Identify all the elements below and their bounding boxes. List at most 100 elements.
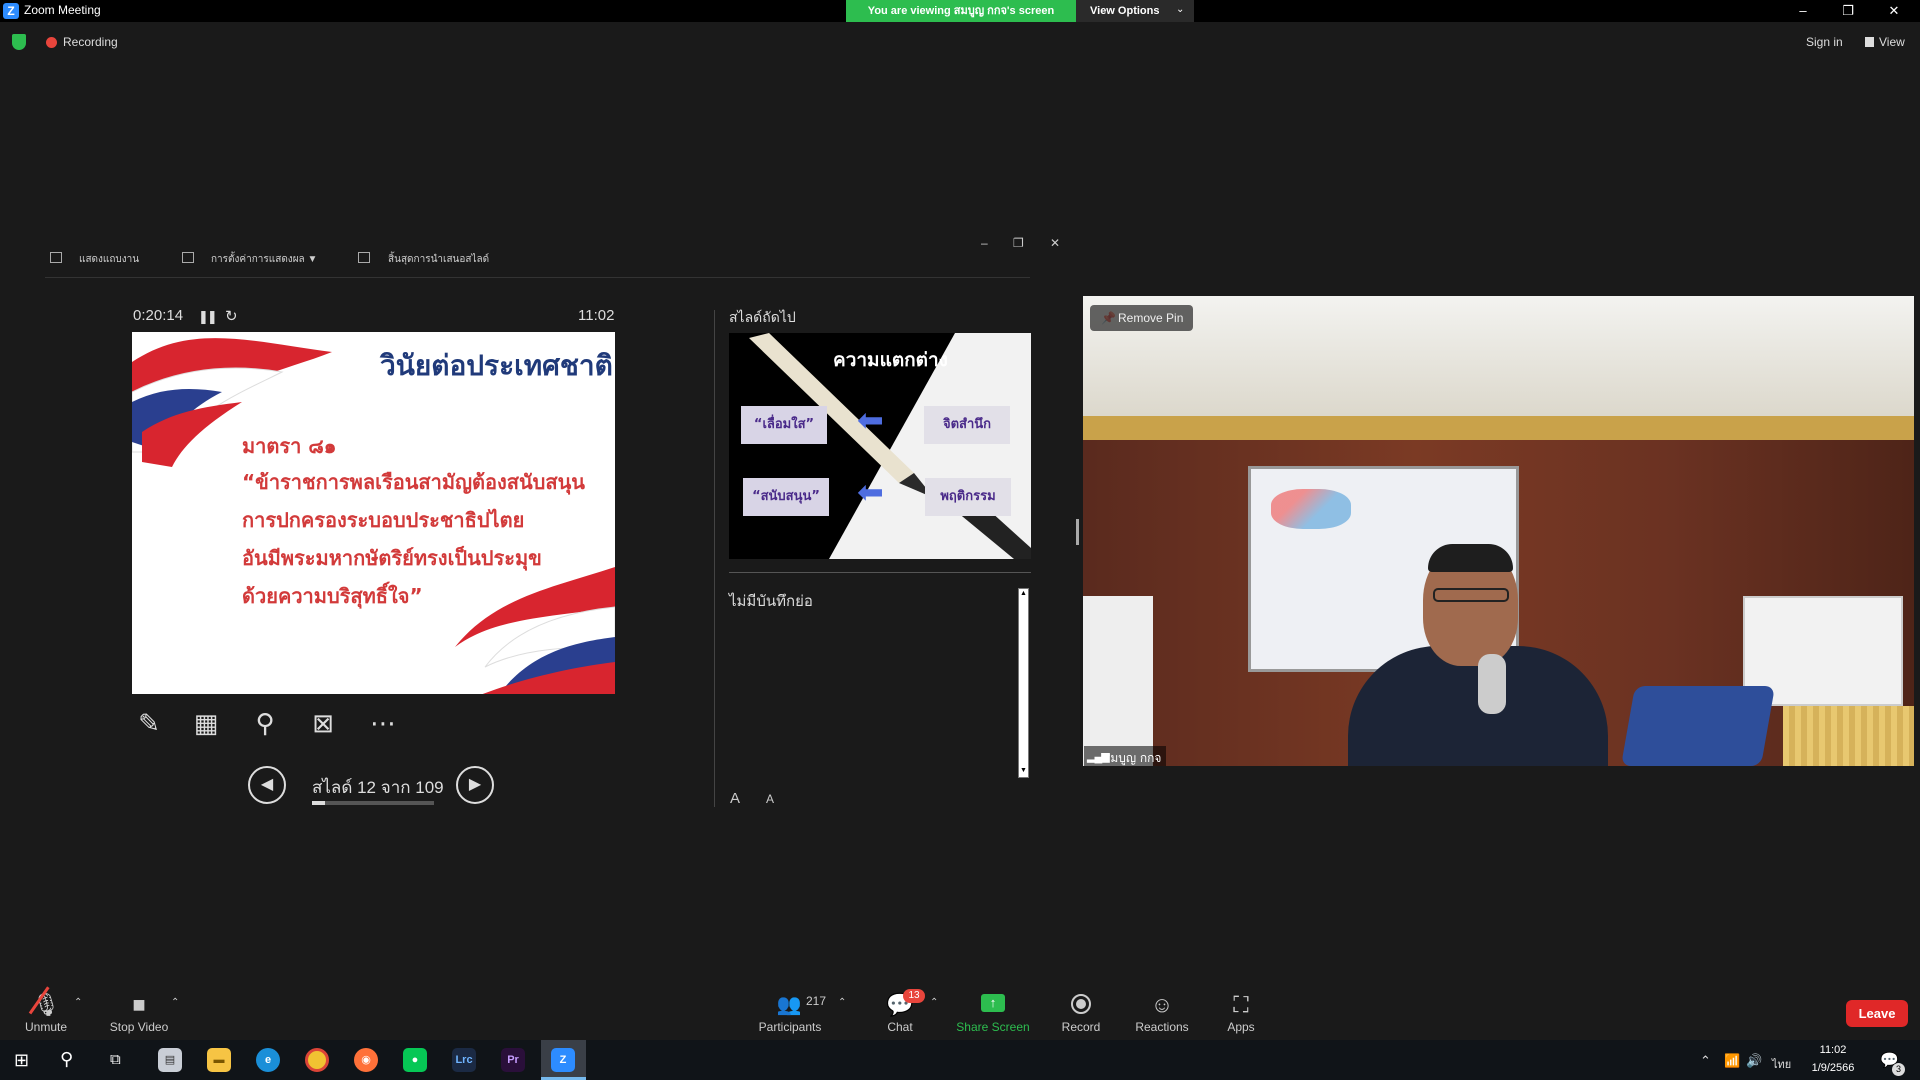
- lrc-app-icon[interactable]: Lrc: [452, 1048, 476, 1072]
- firefox-browser-icon[interactable]: ◉: [354, 1048, 378, 1072]
- remove-pin-button[interactable]: Remove Pin: [1090, 305, 1193, 331]
- slide-progress-fill: [312, 801, 326, 805]
- os-taskbar: [0, 1040, 1920, 1080]
- premiere-app-icon[interactable]: Pr: [501, 1048, 525, 1072]
- sign-in-button[interactable]: Sign in: [1806, 35, 1843, 49]
- share-screen-button[interactable]: Share Screen: [952, 1020, 1034, 1034]
- participants-caret-icon[interactable]: ⌃: [838, 997, 846, 1008]
- more-options-icon[interactable]: ⋯: [366, 706, 400, 740]
- video-curtain: [1783, 706, 1914, 766]
- record-button[interactable]: Record: [1056, 1020, 1106, 1034]
- arrow-left-icon: ⬅: [857, 402, 884, 438]
- next-slide-box: “สนับสนุน”: [743, 478, 829, 516]
- decrease-font-button[interactable]: A: [766, 792, 774, 806]
- taskbar-time[interactable]: 11:02: [1796, 1044, 1870, 1056]
- file-explorer-icon[interactable]: ▬: [207, 1048, 231, 1072]
- notes-divider[interactable]: [729, 572, 1031, 573]
- arrow-left-icon: ⬅: [857, 474, 884, 510]
- toolbar-divider: [45, 277, 1030, 278]
- restart-timer-icon[interactable]: ↻: [225, 307, 238, 325]
- record-dot-icon: [1076, 999, 1086, 1009]
- slide-text-line: “ข้าราชการพลเรือนสามัญต้องสนับสนุน: [242, 470, 585, 494]
- stop-video-button[interactable]: Stop Video: [102, 1020, 176, 1034]
- previous-slide-button[interactable]: ◀: [248, 766, 286, 804]
- chat-unread-badge: 13: [903, 989, 925, 1003]
- edge-browser-icon[interactable]: e: [256, 1048, 280, 1072]
- video-screen-logo: [1271, 489, 1351, 529]
- show-hidden-icons-icon[interactable]: ⌃: [1700, 1053, 1711, 1069]
- next-slide-title: ความแตกต่าง: [833, 349, 948, 371]
- slide-title: วินัยต่อประเทศชาติ: [380, 349, 613, 382]
- input-language[interactable]: ไทย: [1772, 1055, 1791, 1073]
- explorer-app-icon[interactable]: ▤: [158, 1048, 182, 1072]
- video-chair: [1620, 686, 1776, 766]
- unmute-button[interactable]: Unmute: [14, 1020, 78, 1034]
- presenter-minimize-button[interactable]: –: [981, 236, 988, 250]
- volume-icon[interactable]: 🔊: [1746, 1053, 1762, 1069]
- pause-icon[interactable]: ❚❚: [198, 309, 218, 325]
- chevron-down-icon[interactable]: ⌄: [1176, 4, 1184, 15]
- end-slideshow-button[interactable]: สิ้นสุดการนำเสนอสไลด์: [388, 252, 489, 267]
- next-slide-button[interactable]: ▶: [456, 766, 494, 804]
- slide-text-line: อันมีพระมหากษัตริย์ทรงเป็นประมุข: [242, 546, 542, 570]
- slide-progress-track: [312, 801, 434, 805]
- wifi-icon[interactable]: 📶: [1724, 1053, 1740, 1069]
- viewing-banner: You are viewing สมบูญ กกจ's screen: [846, 0, 1076, 22]
- elapsed-timer: 0:20:14: [133, 307, 184, 324]
- video-ceiling: [1083, 296, 1914, 416]
- taskbar-date[interactable]: 1/9/2566: [1796, 1062, 1870, 1074]
- minimize-button[interactable]: –: [1781, 0, 1825, 22]
- presenter-restore-button[interactable]: ❐: [1013, 236, 1024, 250]
- notes-scrollbar[interactable]: [1018, 588, 1029, 778]
- view-button[interactable]: View: [1879, 35, 1905, 49]
- display-settings-icon[interactable]: [182, 252, 194, 263]
- line-app-icon[interactable]: ●: [403, 1048, 427, 1072]
- pane-divider[interactable]: [714, 310, 715, 807]
- video-person-hair: [1428, 544, 1513, 572]
- split-view-handle[interactable]: [1076, 519, 1079, 545]
- pen-icon[interactable]: ✎: [132, 706, 166, 740]
- leave-button[interactable]: Leave: [1846, 1000, 1908, 1027]
- audio-options-caret-icon[interactable]: ⌃: [74, 997, 82, 1008]
- windows-start-icon[interactable]: ⊞: [14, 1050, 29, 1071]
- scroll-down-icon[interactable]: ▼: [1019, 765, 1028, 777]
- participants-button[interactable]: Participants: [750, 1020, 830, 1034]
- video-options-caret-icon[interactable]: ⌃: [171, 997, 179, 1008]
- presenter-close-button[interactable]: ✕: [1050, 236, 1060, 250]
- see-all-slides-icon[interactable]: ▦: [189, 706, 223, 740]
- window-title: Zoom Meeting: [24, 3, 101, 17]
- next-slide-box: “เลื่อมใส”: [741, 406, 827, 444]
- chat-button[interactable]: Chat: [880, 1020, 920, 1034]
- view-icon[interactable]: [1865, 37, 1874, 47]
- participants-icon[interactable]: 👥: [774, 992, 804, 1017]
- speaker-notes[interactable]: ไม่มีบันทึกย่อ: [729, 589, 813, 613]
- participant-video[interactable]: [1083, 296, 1914, 766]
- restore-button[interactable]: ❐: [1826, 0, 1870, 22]
- slide-text-line: มาตรา ๘๑: [242, 434, 337, 458]
- chat-caret-icon[interactable]: ⌃: [930, 997, 938, 1008]
- show-taskbar-button[interactable]: แสดงแถบงาน: [79, 252, 139, 267]
- encryption-shield-icon[interactable]: [12, 34, 26, 50]
- reactions-icon[interactable]: ☺: [1149, 992, 1175, 1018]
- chrome-browser-icon[interactable]: [305, 1048, 329, 1072]
- apps-button[interactable]: Apps: [1221, 1020, 1261, 1034]
- next-slide-preview[interactable]: ความแตกต่าง “เลื่อมใส” จิตสำนึก “สนับสนุ…: [729, 333, 1031, 559]
- reactions-button[interactable]: Reactions: [1132, 1020, 1192, 1034]
- close-button[interactable]: ✕: [1872, 0, 1916, 22]
- recording-indicator[interactable]: Recording: [63, 35, 118, 49]
- taskbar-icon[interactable]: [50, 252, 62, 263]
- display-settings-button[interactable]: การตั้งค่าการแสดงผล ▼: [211, 252, 317, 267]
- apps-icon[interactable]: ⛶: [1228, 992, 1254, 1018]
- zoom-app-icon[interactable]: Z: [551, 1048, 575, 1072]
- end-slideshow-icon[interactable]: [358, 252, 370, 263]
- black-screen-icon[interactable]: ⊠: [306, 706, 340, 740]
- slide-counter[interactable]: สไลด์ 12 จาก 109: [312, 774, 444, 801]
- search-icon[interactable]: ⚲: [60, 1049, 73, 1070]
- share-screen-icon[interactable]: ↑: [981, 994, 1005, 1012]
- video-camera-icon[interactable]: ■: [124, 992, 154, 1018]
- task-view-icon[interactable]: ⧉: [110, 1051, 121, 1068]
- next-slide-box: จิตสำนึก: [924, 406, 1010, 444]
- increase-font-button[interactable]: A: [730, 790, 740, 807]
- scroll-up-icon[interactable]: ▲: [1019, 588, 1028, 600]
- zoom-magnifier-icon[interactable]: ⚲: [248, 706, 282, 740]
